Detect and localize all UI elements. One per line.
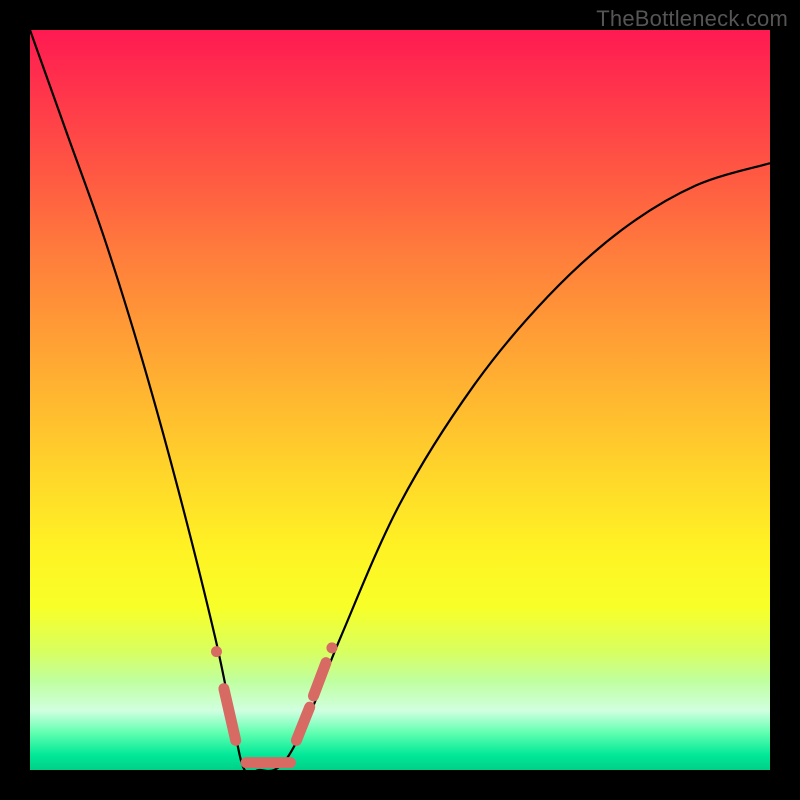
curve-svg	[30, 30, 770, 770]
watermark-text: TheBottleneck.com	[596, 6, 788, 32]
bottleneck-curve	[30, 30, 770, 773]
left-dot-upper	[211, 646, 222, 657]
curve-markers	[211, 642, 337, 762]
right-dot-top	[326, 642, 337, 653]
right-cap-upper	[313, 663, 326, 696]
chart-container: TheBottleneck.com	[0, 0, 800, 800]
plot-area	[30, 30, 770, 770]
right-cap-lower	[296, 707, 309, 740]
left-cap-lower	[224, 689, 236, 741]
